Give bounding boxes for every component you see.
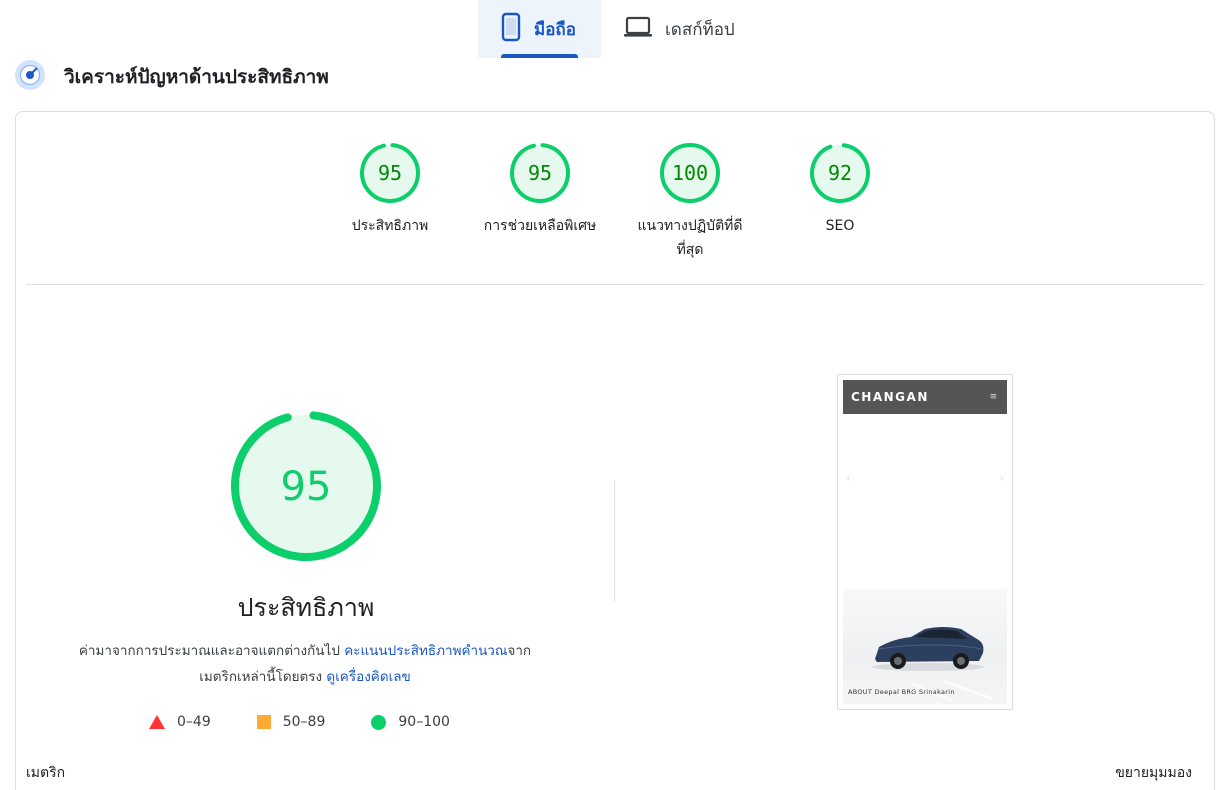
circle-icon xyxy=(371,714,387,730)
gauge-accessibility-score: 95 xyxy=(528,161,552,185)
screenshot-navbar: CHANGAN ≡ xyxy=(843,380,1007,414)
tab-desktop[interactable]: เดสก์ท็อป xyxy=(601,0,757,58)
screenshot-caption: ABOUT Deepal BRG Srinakarin xyxy=(848,688,955,696)
score-calculation-link[interactable]: คะแนนประสิทธิภาพคำนวณ xyxy=(344,643,507,659)
performance-title: ประสิทธิภาพ xyxy=(237,593,375,622)
legend-pass: 90–100 xyxy=(371,714,450,730)
performance-gauge-large: 95 xyxy=(229,409,383,567)
square-icon xyxy=(256,715,271,729)
tab-mobile-label: มือถือ xyxy=(534,19,576,40)
gauge-performance[interactable]: 95 ประสิทธิภาพ xyxy=(325,142,455,238)
report-card: 95 ประสิทธิภาพ 95 การช่วยเหลือพิเศษ 100 … xyxy=(15,111,1215,790)
chevron-right-icon: › xyxy=(999,471,1004,485)
page-screenshot[interactable]: CHANGAN ≡ ‹ › ABOUT Deepal BRG Srinakari… xyxy=(837,374,1013,710)
car-image xyxy=(843,589,1007,704)
vertical-divider xyxy=(614,480,615,602)
smartphone-icon xyxy=(500,12,522,46)
hamburger-menu-icon: ≡ xyxy=(989,392,997,402)
active-tab-indicator xyxy=(501,54,578,58)
gauge-performance-label: ประสิทธิภาพ xyxy=(351,218,429,234)
metrics-heading: เมตริก xyxy=(26,765,66,781)
gauge-accessibility-ring: 95 xyxy=(510,143,570,203)
gauge-best-practices[interactable]: 100 แนวทางปฏิบัติที่ดี ที่สุด xyxy=(625,142,755,262)
section-title: วิเคราะห์ปัญหาด้านประสิทธิภาพ xyxy=(64,66,329,88)
gauge-performance-score: 95 xyxy=(378,161,402,185)
tab-mobile[interactable]: มือถือ xyxy=(478,0,601,58)
gauge-best-practices-label-line2: ที่สุด xyxy=(676,242,704,258)
calculator-link[interactable]: ดูเครื่องคิดเลข xyxy=(326,669,410,685)
gauge-accessibility[interactable]: 95 การช่วยเหลือพิเศษ xyxy=(475,142,605,238)
laptop-icon xyxy=(623,15,653,43)
screenshot-brand-logo: CHANGAN xyxy=(851,390,929,404)
gauge-best-practices-label-line1: แนวทางปฏิบัติที่ดี xyxy=(637,218,743,234)
legend-average-label: 50–89 xyxy=(282,714,326,730)
chevron-left-icon: ‹ xyxy=(846,471,851,485)
tab-desktop-label: เดสก์ท็อป xyxy=(665,19,735,40)
performance-score-large: 95 xyxy=(281,464,332,510)
section-divider xyxy=(26,284,1204,285)
gauge-best-practices-score: 100 xyxy=(672,161,708,185)
legend-fail: 0–49 xyxy=(149,714,211,730)
gauge-seo[interactable]: 92 SEO xyxy=(775,142,905,238)
gauge-accessibility-label: การช่วยเหลือพิเศษ xyxy=(483,218,597,234)
radar-icon xyxy=(14,59,46,95)
performance-description: ค่ามาจากการประมาณและอาจแตกต่างกันไป คะแน… xyxy=(70,638,540,690)
triangle-icon xyxy=(149,715,165,729)
score-legend: 0–49 50–89 90–100 xyxy=(149,714,496,730)
legend-fail-label: 0–49 xyxy=(177,714,211,730)
gauge-seo-label: SEO xyxy=(825,218,855,234)
legend-pass-label: 90–100 xyxy=(398,714,450,730)
legend-average: 50–89 xyxy=(256,714,326,730)
device-tabs: มือถือ เดสก์ท็อป xyxy=(478,0,757,58)
score-gauges: 95 ประสิทธิภาพ 95 การช่วยเหลือพิเศษ 100 … xyxy=(16,142,1214,282)
desc-text-1: ค่ามาจากการประมาณและอาจแตกต่างกันไป xyxy=(78,643,340,659)
section-header: วิเคราะห์ปัญหาด้านประสิทธิภาพ xyxy=(14,59,329,95)
gauge-best-practices-ring: 100 xyxy=(660,143,720,203)
gauge-seo-score: 92 xyxy=(828,161,852,185)
gauge-best-practices-label: แนวทางปฏิบัติที่ดี ที่สุด xyxy=(625,214,755,262)
gauge-performance-ring: 95 xyxy=(360,143,420,203)
gauge-seo-ring: 92 xyxy=(810,143,870,203)
expand-view-toggle[interactable]: ขยายมุมมอง xyxy=(1115,762,1192,784)
